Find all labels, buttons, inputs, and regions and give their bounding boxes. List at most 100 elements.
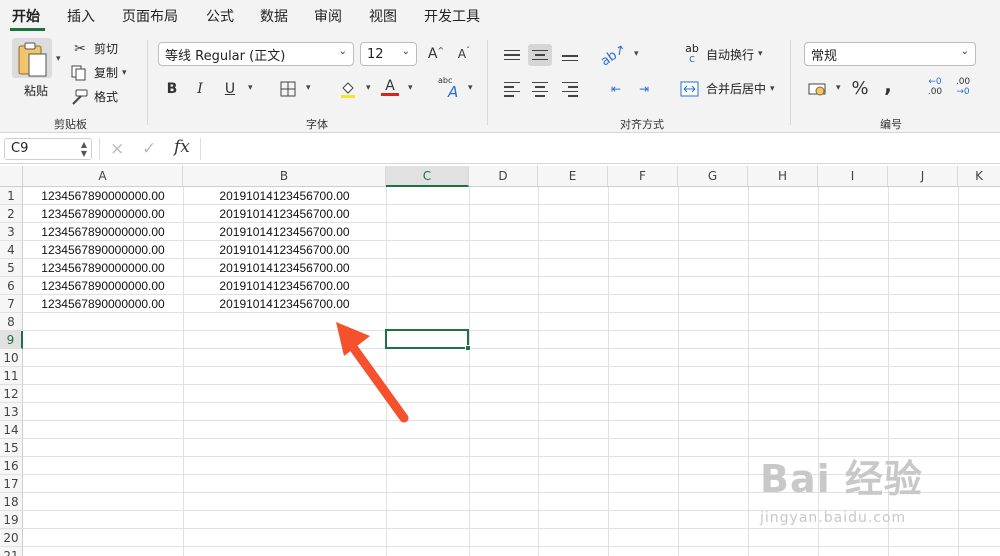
bold-button[interactable]: B: [160, 78, 184, 100]
column-header-i[interactable]: I: [818, 166, 888, 187]
tab-home[interactable]: 开始: [12, 6, 40, 26]
align-right-button[interactable]: [558, 78, 582, 100]
column-header-e[interactable]: E: [538, 166, 608, 187]
row-header-20[interactable]: 20: [0, 529, 23, 547]
align-bottom-button[interactable]: [558, 44, 582, 66]
column-header-c[interactable]: C: [386, 166, 469, 187]
cell-b1[interactable]: 20191014123456700.00: [183, 187, 386, 205]
grow-font-button[interactable]: A ^: [424, 43, 448, 65]
shrink-font-button[interactable]: Aˇ: [452, 43, 476, 65]
format-painter-button[interactable]: 格式: [70, 88, 118, 105]
increase-decimal-button[interactable]: ←0 .00: [922, 76, 948, 98]
cell-a4[interactable]: 1234567890000000.00: [23, 241, 183, 259]
row-header-6[interactable]: 6: [0, 277, 23, 295]
phonetic-dropdown-icon[interactable]: ▾: [468, 83, 473, 93]
select-all-corner[interactable]: [0, 166, 23, 187]
row-header-8[interactable]: 8: [0, 313, 23, 331]
tab-data[interactable]: 数据: [260, 6, 288, 26]
tab-insert[interactable]: 插入: [67, 6, 95, 26]
copy-dropdown-icon[interactable]: ▾: [122, 68, 127, 78]
font-name-select[interactable]: 等线 Regular (正文) ⌄: [158, 42, 354, 66]
name-box-stepper-icon[interactable]: ▲ ▼: [81, 140, 87, 158]
cell-b7[interactable]: 20191014123456700.00: [183, 295, 386, 313]
column-header-h[interactable]: H: [748, 166, 818, 187]
underline-button[interactable]: U: [218, 78, 242, 100]
formula-input[interactable]: [206, 138, 996, 160]
fill-handle[interactable]: [465, 345, 471, 351]
accounting-dropdown-icon[interactable]: ▾: [836, 83, 841, 93]
align-middle-button[interactable]: [528, 44, 552, 66]
cell-b3[interactable]: 20191014123456700.00: [183, 223, 386, 241]
italic-button[interactable]: I: [188, 78, 212, 100]
row-header-9[interactable]: 9: [0, 331, 23, 349]
copy-button[interactable]: 复制 ▾: [70, 64, 127, 81]
comma-style-button[interactable]: ,: [876, 73, 900, 97]
row-header-5[interactable]: 5: [0, 259, 23, 277]
cell-a7[interactable]: 1234567890000000.00: [23, 295, 183, 313]
column-header-a[interactable]: A: [23, 166, 183, 187]
row-header-14[interactable]: 14: [0, 421, 23, 439]
borders-dropdown-icon[interactable]: ▾: [306, 83, 311, 93]
row-header-21[interactable]: 21: [0, 547, 23, 556]
cell-a6[interactable]: 1234567890000000.00: [23, 277, 183, 295]
cell-b2[interactable]: 20191014123456700.00: [183, 205, 386, 223]
row-header-13[interactable]: 13: [0, 403, 23, 421]
row-header-4[interactable]: 4: [0, 241, 23, 259]
align-center-button[interactable]: [528, 78, 552, 100]
phonetic-button[interactable]: abc A: [436, 74, 466, 102]
column-header-g[interactable]: G: [678, 166, 748, 187]
fill-color-button[interactable]: [336, 78, 360, 100]
name-box[interactable]: C9 ▲ ▼: [4, 138, 92, 160]
paste-button[interactable]: ▾ 粘贴: [12, 38, 62, 100]
enter-icon[interactable]: ✓: [142, 139, 156, 159]
cell-a1[interactable]: 1234567890000000.00: [23, 187, 183, 205]
merge-dropdown-icon[interactable]: ▾: [770, 84, 775, 94]
borders-button[interactable]: [276, 78, 300, 100]
font-size-select[interactable]: 12 ⌄: [360, 42, 417, 66]
row-header-18[interactable]: 18: [0, 493, 23, 511]
row-header-12[interactable]: 12: [0, 385, 23, 403]
wrap-text-dropdown-icon[interactable]: ▾: [758, 49, 763, 59]
tab-view[interactable]: 视图: [369, 6, 397, 26]
tab-review[interactable]: 审阅: [314, 6, 342, 26]
orientation-button[interactable]: ab↗: [599, 41, 630, 69]
merge-center-button[interactable]: 合并后居中 ▾: [680, 80, 775, 97]
increase-indent-button[interactable]: ⇥: [632, 78, 656, 100]
wrap-text-button[interactable]: ab c 自动换行 ▾: [682, 43, 763, 64]
cell-a3[interactable]: 1234567890000000.00: [23, 223, 183, 241]
row-header-7[interactable]: 7: [0, 295, 23, 313]
decrease-indent-button[interactable]: ⇤: [604, 78, 628, 100]
accounting-format-button[interactable]: [806, 78, 830, 100]
column-header-d[interactable]: D: [469, 166, 538, 187]
column-header-f[interactable]: F: [608, 166, 678, 187]
orientation-dropdown-icon[interactable]: ▾: [634, 49, 639, 59]
selected-cell-c9[interactable]: [385, 329, 469, 349]
row-header-16[interactable]: 16: [0, 457, 23, 475]
number-format-select[interactable]: 常规 ⌄: [804, 42, 976, 66]
tab-developer[interactable]: 开发工具: [424, 6, 480, 26]
row-header-17[interactable]: 17: [0, 475, 23, 493]
decrease-decimal-button[interactable]: .00 →0: [950, 76, 976, 98]
row-header-15[interactable]: 15: [0, 439, 23, 457]
align-left-button[interactable]: [500, 78, 524, 100]
row-header-19[interactable]: 19: [0, 511, 23, 529]
font-color-dropdown-icon[interactable]: ▾: [408, 83, 413, 93]
paste-dropdown-icon[interactable]: ▾: [56, 54, 61, 64]
row-header-11[interactable]: 11: [0, 367, 23, 385]
row-header-10[interactable]: 10: [0, 349, 23, 367]
row-header-3[interactable]: 3: [0, 223, 23, 241]
insert-function-icon[interactable]: fx: [174, 137, 190, 157]
cancel-icon[interactable]: ×: [110, 139, 124, 159]
column-header-b[interactable]: B: [183, 166, 386, 187]
column-header-k[interactable]: K: [958, 166, 1000, 187]
cell-a2[interactable]: 1234567890000000.00: [23, 205, 183, 223]
underline-dropdown-icon[interactable]: ▾: [248, 83, 253, 93]
font-color-button[interactable]: A: [378, 76, 402, 98]
cell-a5[interactable]: 1234567890000000.00: [23, 259, 183, 277]
percent-button[interactable]: %: [848, 77, 872, 99]
cell-b5[interactable]: 20191014123456700.00: [183, 259, 386, 277]
row-header-2[interactable]: 2: [0, 205, 23, 223]
align-top-button[interactable]: [500, 44, 524, 66]
cut-button[interactable]: ✂ 剪切: [72, 40, 118, 57]
row-header-1[interactable]: 1: [0, 187, 23, 205]
